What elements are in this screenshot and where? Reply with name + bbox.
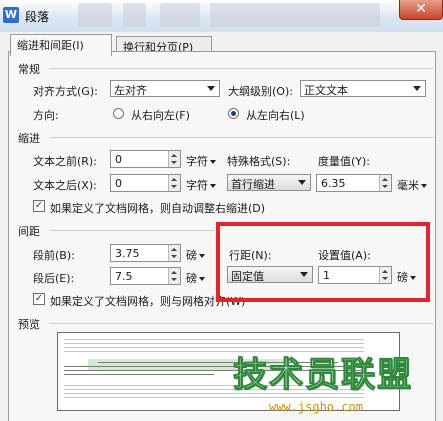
ltr-radio[interactable] (228, 108, 239, 119)
unit-text: 磅 (186, 272, 197, 285)
space-before-value: 3.75 (115, 247, 140, 260)
measure-value: 6.35 (321, 177, 346, 190)
preview-line (64, 351, 364, 352)
measure-unit[interactable]: 毫米 (397, 177, 427, 193)
alignment-label: 对齐方式(G): (33, 85, 98, 98)
rtl-radio[interactable] (113, 108, 124, 119)
preview-line (64, 339, 364, 340)
space-after-spinner[interactable]: 7.5 (110, 267, 181, 285)
general-group-title: 常规 (18, 63, 40, 76)
indent-before-label: 文本之前(R): (33, 155, 97, 168)
indent-after-spinner[interactable]: 0 (110, 174, 181, 192)
preview-line (64, 343, 364, 344)
divider (50, 323, 433, 324)
window-title: 段落 (25, 10, 50, 24)
unit-text: 磅 (186, 249, 197, 262)
special-format-label: 特殊格式(S): (227, 155, 291, 168)
alignment-select[interactable]: 左对齐 (110, 80, 220, 97)
indent-before-value: 0 (115, 153, 122, 166)
special-format-select[interactable]: 首行缩进 (227, 174, 311, 191)
space-before-spinner[interactable]: 3.75 (110, 244, 181, 262)
spinner-arrows[interactable] (168, 245, 180, 261)
divider (50, 230, 215, 231)
indent-after-label: 文本之后(X): (33, 179, 97, 192)
unit-text: 毫米 (397, 179, 419, 192)
blurred-region (123, 3, 146, 27)
spinner-arrows[interactable] (168, 151, 180, 167)
rtl-label: 从右向左(F) (131, 109, 190, 122)
spinner-arrows[interactable] (168, 268, 180, 284)
unit-text: 字符 (186, 155, 208, 168)
chevron-down-icon (298, 180, 306, 185)
tab-indent-spacing[interactable]: 缩进和间距(I) (10, 34, 112, 56)
indent-after-unit[interactable]: 字符 (186, 177, 216, 193)
space-after-value: 7.5 (115, 270, 133, 283)
outline-level-value: 正文文本 (304, 84, 348, 97)
preview-group-title: 预览 (18, 318, 40, 331)
unit-text: 字符 (186, 179, 208, 192)
divider (50, 68, 433, 69)
auto-right-indent-label: 如果定义了文档网格，则自动调整右缩进(D) (50, 202, 266, 215)
space-after-unit[interactable]: 磅 (186, 270, 205, 286)
title-bar: W 段落 ✕ (0, 0, 443, 32)
indent-before-spinner[interactable]: 0 (110, 150, 181, 168)
measure-label: 度量值(Y): (318, 155, 371, 168)
highlight-box (216, 222, 430, 302)
chevron-down-icon (207, 86, 215, 91)
ltr-label: 从左向右(L) (246, 109, 305, 122)
chevron-down-icon (413, 86, 421, 91)
close-button[interactable]: ✕ (399, 0, 443, 20)
chevron-down-icon (210, 160, 216, 164)
chevron-down-icon (199, 254, 205, 258)
space-before-unit[interactable]: 磅 (186, 247, 205, 263)
wps-writer-icon: W (3, 7, 19, 23)
direction-label: 方向: (33, 109, 59, 122)
spacing-group-title: 间距 (18, 225, 40, 238)
alignment-value: 左对齐 (114, 84, 147, 97)
blurred-region (210, 3, 380, 27)
watermark-url: www.jsgho.com (269, 400, 363, 414)
chevron-down-icon (421, 184, 427, 188)
preview-line (64, 374, 214, 375)
chevron-down-icon (199, 277, 205, 281)
preview-line (64, 347, 364, 348)
space-before-label: 段前(B): (33, 249, 75, 262)
snap-to-grid-checkbox[interactable]: ✓ (33, 293, 45, 305)
tab-label: 缩进和间距(I) (17, 39, 84, 52)
spinner-arrows[interactable] (379, 175, 391, 191)
indent-after-value: 0 (115, 177, 122, 190)
indent-group-title: 缩进 (18, 132, 40, 145)
preview-line (64, 397, 364, 398)
space-after-label: 段后(E): (33, 272, 75, 285)
special-format-value: 首行缩进 (231, 178, 275, 191)
indent-before-unit[interactable]: 字符 (186, 153, 216, 169)
measure-spinner[interactable]: 6.35 (316, 174, 392, 192)
divider (50, 137, 433, 138)
outline-level-select[interactable]: 正文文本 (300, 80, 426, 97)
watermark: 技术员联盟 (216, 355, 430, 395)
outline-level-label: 大纲级别(O): (228, 85, 293, 98)
blurred-region (160, 3, 200, 27)
spinner-arrows[interactable] (168, 175, 180, 191)
auto-right-indent-checkbox[interactable]: ✓ (33, 200, 45, 212)
chevron-down-icon (210, 184, 216, 188)
blurred-region (78, 3, 112, 27)
watermark-text: 技术员联盟 (233, 355, 413, 395)
